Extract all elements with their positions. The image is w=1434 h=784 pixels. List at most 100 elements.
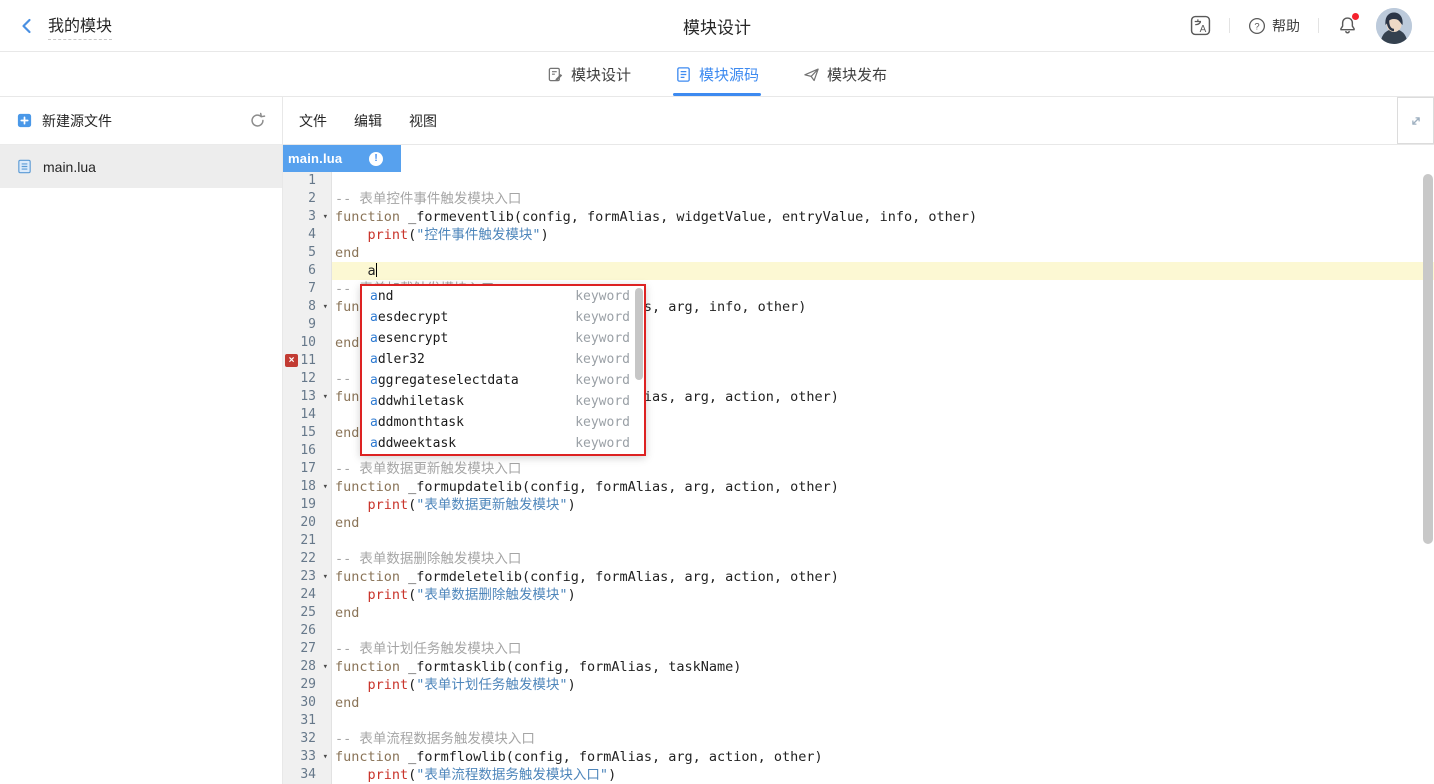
code-line[interactable]: end: [332, 604, 1434, 622]
autocomplete-item-addwhiletask[interactable]: addwhiletaskkeyword: [362, 391, 644, 412]
gutter-row: 15: [283, 424, 331, 442]
code-line[interactable]: -- 表单数据删除触发模块入口: [332, 550, 1434, 568]
autocomplete-item-adler32[interactable]: adler32keyword: [362, 349, 644, 370]
line-number: 11: [300, 352, 316, 370]
line-number: 31: [300, 712, 316, 730]
gutter-row: 8▾: [283, 298, 331, 316]
fold-arrow-icon[interactable]: ▾: [323, 388, 328, 406]
gutter-row: 33▾: [283, 748, 331, 766]
gutter-row: 27: [283, 640, 331, 658]
line-number: 23: [300, 568, 316, 586]
notification-bell-button[interactable]: [1337, 15, 1358, 36]
main-content: 新建源文件 main.lua 文件 编辑 视图 main.lua: [0, 97, 1434, 784]
code-line[interactable]: function _formupdatelib(config, formAlia…: [332, 478, 1434, 496]
gutter-row: 25: [283, 604, 331, 622]
suggestion-kind: keyword: [575, 310, 630, 325]
autocomplete-item-and[interactable]: andkeyword: [362, 286, 644, 307]
suggestion-kind: keyword: [575, 373, 630, 388]
line-number: 17: [300, 460, 316, 478]
code-line[interactable]: function _formeventlib(config, formAlias…: [332, 208, 1434, 226]
line-number: 2: [308, 190, 316, 208]
menu-视图[interactable]: 视图: [409, 111, 437, 131]
page-title: 模块设计: [683, 13, 751, 38]
help-button[interactable]: ? 帮助: [1248, 16, 1300, 36]
editor-tab-main-lua[interactable]: main.lua !: [283, 145, 401, 172]
code-line[interactable]: [332, 712, 1434, 730]
line-number: 29: [300, 676, 316, 694]
fold-arrow-icon[interactable]: ▾: [323, 568, 328, 586]
suggestion-kind: keyword: [575, 415, 630, 430]
fold-arrow-icon[interactable]: ▾: [323, 658, 328, 676]
fold-arrow-icon[interactable]: ▾: [323, 748, 328, 766]
refresh-icon[interactable]: [249, 112, 266, 129]
text-cursor: [376, 263, 378, 277]
code-line[interactable]: print("表单数据更新触发模块"): [332, 496, 1434, 514]
tab-source[interactable]: 模块源码: [673, 52, 761, 96]
user-avatar[interactable]: [1376, 8, 1412, 44]
autocomplete-item-aesencrypt[interactable]: aesencryptkeyword: [362, 328, 644, 349]
autocomplete-scrollbar[interactable]: [635, 288, 643, 380]
code-line[interactable]: print("表单流程数据务触发模块入口"): [332, 766, 1434, 784]
fold-arrow-icon[interactable]: ▾: [323, 208, 328, 226]
code-line[interactable]: -- 表单流程数据务触发模块入口: [332, 730, 1434, 748]
code-line[interactable]: [332, 622, 1434, 640]
code-line[interactable]: print("控件事件触发模块"): [332, 226, 1434, 244]
code-line[interactable]: [332, 172, 1434, 190]
sidebar-header: 新建源文件: [0, 97, 282, 145]
file-item-main.lua[interactable]: main.lua: [0, 145, 282, 188]
editor-scrollbar: [1422, 172, 1434, 784]
autocomplete-item-aesdecrypt[interactable]: aesdecryptkeyword: [362, 307, 644, 328]
expand-diagonal-icon: [1408, 113, 1424, 129]
fold-arrow-icon[interactable]: ▾: [323, 478, 328, 496]
line-number: 20: [300, 514, 316, 532]
code-line[interactable]: function _formtasklib(config, formAlias,…: [332, 658, 1434, 676]
back-label[interactable]: 我的模块: [48, 12, 112, 40]
code-line[interactable]: -- 表单数据更新触发模块入口: [332, 460, 1434, 478]
gutter-row: 7: [283, 280, 331, 298]
editor-menus: 文件 编辑 视图: [299, 111, 437, 131]
line-number: 6: [308, 262, 316, 280]
editor-tab-label: main.lua: [288, 151, 342, 166]
svg-text:A: A: [1200, 24, 1207, 35]
gutter-row: 34: [283, 766, 331, 784]
back-button[interactable]: 我的模块: [18, 12, 112, 40]
line-number: 21: [300, 532, 316, 550]
code-lines[interactable]: -- 表单控件事件触发模块入口function _formeventlib(co…: [332, 172, 1434, 784]
editor-toolbar: 文件 编辑 视图: [283, 97, 1434, 145]
fullscreen-button[interactable]: [1397, 97, 1434, 144]
menu-文件[interactable]: 文件: [299, 111, 327, 131]
module-nav-tabs: 模块设计模块源码模块发布: [0, 52, 1434, 97]
autocomplete-item-addweektask[interactable]: addweektaskkeyword: [362, 433, 644, 454]
code-line[interactable]: print("表单数据删除触发模块"): [332, 586, 1434, 604]
code-area[interactable]: 123▾45678▾910×111213▾1415161718▾19202122…: [283, 172, 1434, 784]
line-number: 24: [300, 586, 316, 604]
code-line[interactable]: a: [332, 262, 1434, 280]
error-marker-icon[interactable]: ×: [285, 354, 298, 367]
gutter-row: 32: [283, 730, 331, 748]
question-circle-icon: ?: [1248, 17, 1266, 35]
fold-arrow-icon[interactable]: ▾: [323, 298, 328, 316]
chevron-left-icon: [18, 17, 36, 35]
code-line[interactable]: print("表单计划任务触发模块"): [332, 676, 1434, 694]
translate-icon[interactable]: A: [1190, 15, 1211, 36]
line-number: 5: [308, 244, 316, 262]
autocomplete-item-aggregateselectdata[interactable]: aggregateselectdatakeyword: [362, 370, 644, 391]
code-line[interactable]: function _formflowlib(config, formAlias,…: [332, 748, 1434, 766]
gutter-row: 30: [283, 694, 331, 712]
code-line[interactable]: end: [332, 694, 1434, 712]
new-source-file-button[interactable]: 新建源文件: [42, 111, 112, 131]
code-line[interactable]: -- 表单计划任务触发模块入口: [332, 640, 1434, 658]
tab-publish[interactable]: 模块发布: [801, 52, 889, 96]
code-line[interactable]: end: [332, 514, 1434, 532]
help-label: 帮助: [1272, 16, 1300, 36]
autocomplete-item-addmonthtask[interactable]: addmonthtaskkeyword: [362, 412, 644, 433]
file-name: main.lua: [43, 159, 96, 175]
code-line[interactable]: end: [332, 244, 1434, 262]
code-line[interactable]: function _formdeletelib(config, formAlia…: [332, 568, 1434, 586]
editor-scrollbar-thumb[interactable]: [1423, 174, 1433, 544]
code-line[interactable]: [332, 532, 1434, 550]
gutter-row: 26: [283, 622, 331, 640]
menu-编辑[interactable]: 编辑: [354, 111, 382, 131]
code-line[interactable]: -- 表单控件事件触发模块入口: [332, 190, 1434, 208]
tab-design[interactable]: 模块设计: [545, 52, 633, 96]
